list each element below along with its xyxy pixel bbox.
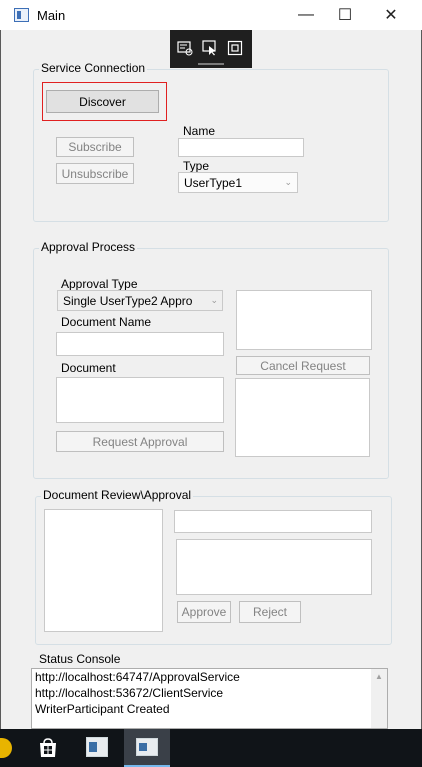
console-scrollbar[interactable]: ▲: [371, 669, 387, 728]
review-document-list[interactable]: [44, 509, 163, 632]
request-list-box[interactable]: [235, 378, 370, 457]
console-line: WriterParticipant Created: [35, 702, 170, 716]
console-line: http://localhost:53672/ClientService: [35, 686, 224, 700]
display-layout-icon[interactable]: [225, 38, 245, 58]
approval-type-label: Approval Type: [61, 277, 138, 291]
type-combo-value: UserType1: [184, 175, 243, 190]
cancel-request-button[interactable]: Cancel Request: [236, 356, 370, 375]
window-title: Main: [37, 8, 66, 23]
reject-button[interactable]: Reject: [239, 601, 301, 623]
chevron-down-icon: ⌄: [284, 177, 292, 187]
type-combo[interactable]: UserType1 ⌄: [178, 172, 298, 193]
review-content-field[interactable]: [176, 539, 372, 595]
taskbar: [0, 729, 422, 767]
toolbar-grip[interactable]: [198, 63, 224, 65]
discover-button[interactable]: Discover: [46, 90, 159, 113]
approval-process-label: Approval Process: [39, 240, 138, 254]
scroll-up-icon[interactable]: ▲: [375, 672, 383, 681]
approval-type-combo[interactable]: Single UserType2 Appro ⌄: [57, 290, 223, 311]
document-label: Document: [61, 361, 116, 375]
approval-type-value: Single UserType2 Appro: [63, 293, 193, 308]
debug-toolbar: [170, 30, 252, 68]
live-tree-icon[interactable]: [175, 38, 195, 58]
select-element-icon[interactable]: [200, 38, 220, 58]
document-review-label: Document Review\Approval: [41, 488, 194, 502]
store-icon[interactable]: [36, 736, 60, 760]
main-taskbar-button[interactable]: [124, 729, 170, 767]
title-bar[interactable]: Main — ☐ ✕: [0, 0, 422, 30]
service-connection-label: Service Connection: [39, 61, 148, 75]
console-line: http://localhost:64747/ApprovalService: [35, 670, 240, 684]
app-icon: [14, 8, 29, 22]
approve-button[interactable]: Approve: [177, 601, 231, 623]
request-approval-button[interactable]: Request Approval: [56, 431, 224, 452]
unsubscribe-button[interactable]: Unsubscribe: [56, 163, 134, 184]
subscribe-button[interactable]: Subscribe: [56, 137, 134, 157]
status-console[interactable]: http://localhost:64747/ApprovalService h…: [31, 668, 388, 729]
document-name-field[interactable]: [56, 332, 224, 356]
approval-info-box[interactable]: [236, 290, 372, 350]
chrome-icon[interactable]: [0, 738, 12, 758]
type-label: Type: [183, 159, 210, 173]
app-window-icon[interactable]: [86, 737, 108, 757]
chevron-down-icon: ⌄: [210, 295, 218, 305]
status-console-label: Status Console: [39, 652, 121, 666]
document-field[interactable]: [56, 377, 224, 423]
name-label: Name: [183, 124, 216, 138]
maximize-button[interactable]: ☐: [322, 0, 368, 30]
document-name-label: Document Name: [61, 315, 152, 329]
close-button[interactable]: ✕: [368, 0, 414, 30]
name-field[interactable]: [178, 138, 304, 157]
review-title-field[interactable]: [174, 510, 372, 533]
